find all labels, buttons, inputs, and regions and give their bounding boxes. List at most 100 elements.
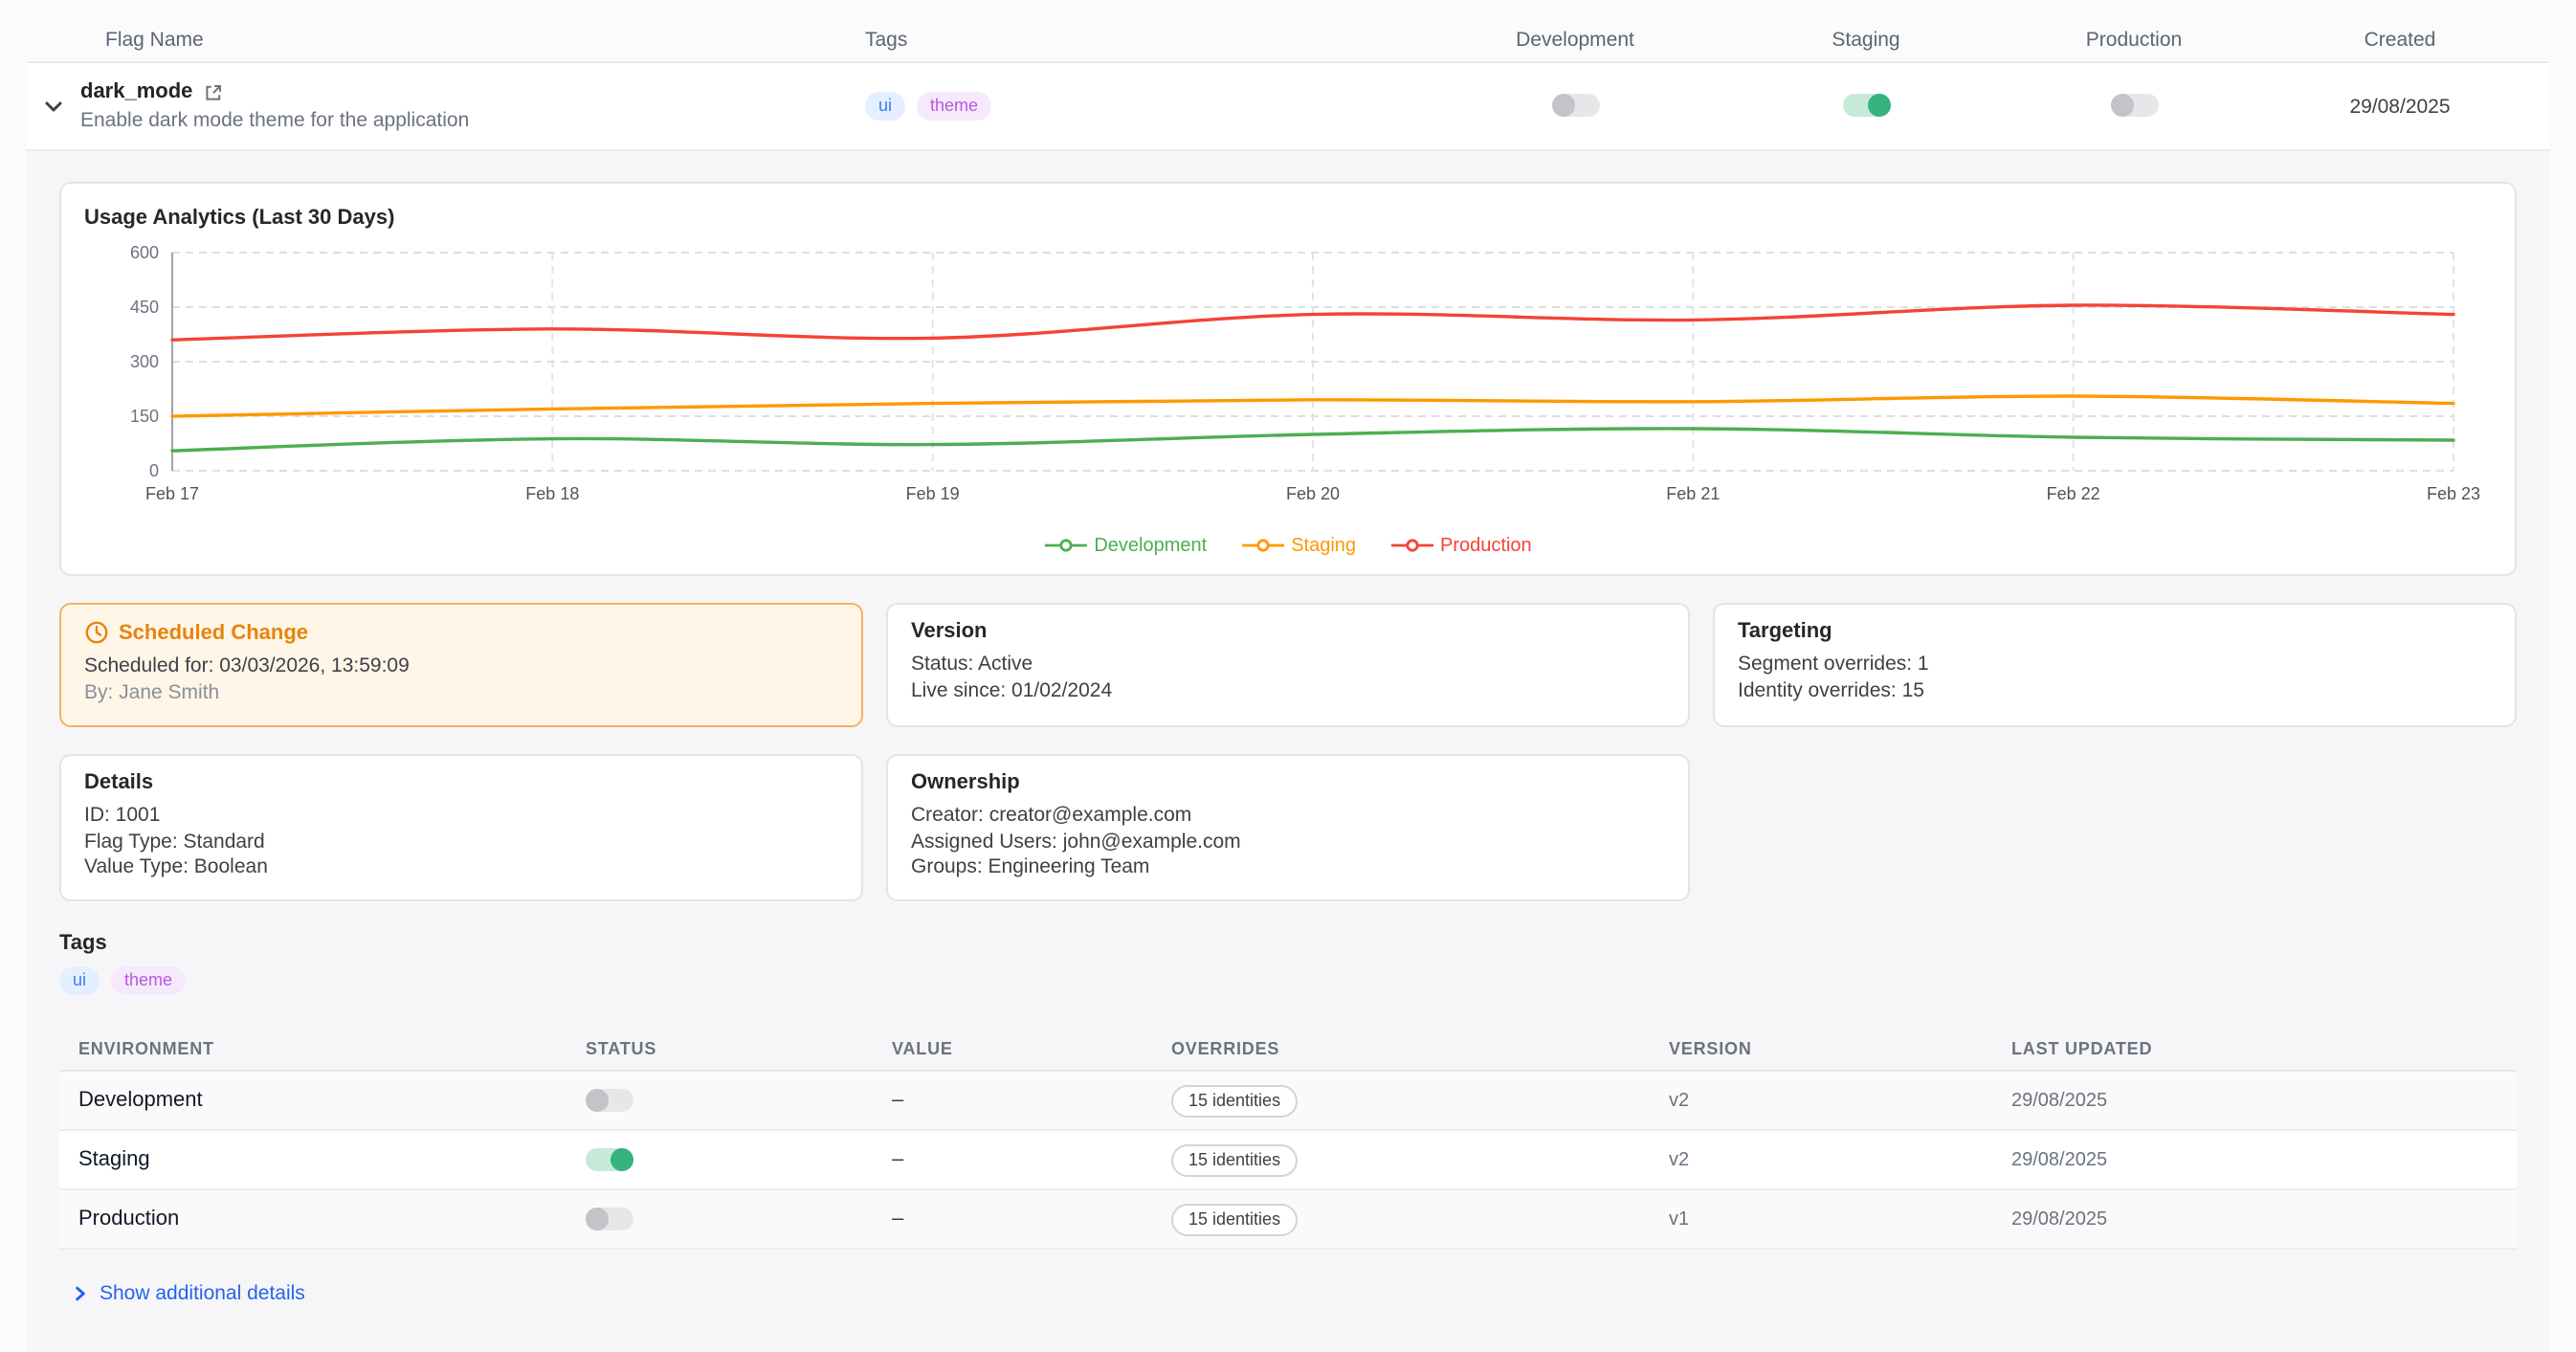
- tag-pill-ui: ui: [865, 92, 905, 121]
- flag-id: ID: 1001: [84, 803, 838, 830]
- show-additional-details-label: Show additional details: [100, 1283, 305, 1306]
- legend-item-development[interactable]: Development: [1044, 535, 1207, 556]
- tag-pill-ui: ui: [59, 967, 100, 996]
- env-col-environment: ENVIRONMENT: [78, 1039, 586, 1058]
- tags-section: Tags ui theme: [59, 933, 2517, 996]
- legend-item-production[interactable]: Production: [1390, 535, 1532, 556]
- svg-text:Feb 23: Feb 23: [2427, 484, 2480, 503]
- info-cards-row-2: Details ID: 1001 Flag Type: Standard Val…: [59, 753, 2517, 901]
- expand-chevron-icon[interactable]: [27, 95, 80, 118]
- svg-text:600: 600: [130, 243, 159, 262]
- version-status: Status: Active: [911, 653, 1665, 679]
- production-toggle[interactable]: [2110, 95, 2158, 118]
- tags-section-title: Tags: [59, 933, 2517, 956]
- env-col-value: VALUE: [892, 1039, 1171, 1058]
- env-name: Development: [78, 1090, 586, 1113]
- toggle-knob: [1867, 95, 1890, 118]
- svg-text:150: 150: [130, 407, 159, 426]
- chevron-right-icon: [71, 1285, 90, 1304]
- env-status-toggle[interactable]: [586, 1090, 633, 1113]
- legend-marker-icon: [1044, 536, 1086, 555]
- flag-table-header: Flag Name Tags Development Staging Produ…: [27, 17, 2549, 63]
- scheduled-by-text: By: Jane Smith: [84, 681, 838, 708]
- col-header-tags: Tags: [857, 28, 1435, 51]
- col-header-created: Created: [2251, 28, 2549, 51]
- env-last-updated: 29/08/2025: [2011, 1209, 2498, 1230]
- env-last-updated: 29/08/2025: [2011, 1091, 2498, 1112]
- toggle-knob: [586, 1090, 609, 1113]
- svg-text:Feb 18: Feb 18: [525, 484, 579, 503]
- flag-name-block: dark_mode Enable dark mode theme for the…: [80, 80, 857, 132]
- col-header-staging: Staging: [1715, 28, 2017, 51]
- usage-analytics-card: Usage Analytics (Last 30 Days) 015030045…: [59, 182, 2517, 576]
- env-row-production: Production – 15 identities v1 29/08/2025: [59, 1191, 2517, 1251]
- env-col-last-updated: LAST UPDATED: [2011, 1039, 2498, 1058]
- environments-table: ENVIRONMENT STATUS VALUE OVERRIDES VERSI…: [59, 1027, 2517, 1251]
- flag-created-date: 29/08/2025: [2251, 95, 2549, 118]
- env-version: v2: [1669, 1091, 2011, 1112]
- env-table-header: ENVIRONMENT STATUS VALUE OVERRIDES VERSI…: [59, 1027, 2517, 1073]
- tag-pill-theme: theme: [917, 92, 991, 121]
- toggle-knob: [611, 1149, 633, 1172]
- svg-text:Feb 19: Feb 19: [906, 484, 960, 503]
- development-toggle-cell: [1435, 89, 1715, 123]
- details-card-title: Details: [84, 770, 838, 793]
- staging-toggle[interactable]: [1842, 95, 1890, 118]
- ownership-card: Ownership Creator: creator@example.com A…: [886, 753, 1690, 901]
- production-toggle-cell: [2017, 89, 2251, 123]
- identities-badge[interactable]: 15 identities: [1171, 1204, 1298, 1236]
- env-version: v2: [1669, 1150, 2011, 1171]
- svg-text:Feb 21: Feb 21: [1666, 484, 1720, 503]
- staging-toggle-cell: [1715, 89, 2017, 123]
- identity-overrides: Identity overrides: 15: [1738, 679, 2492, 706]
- env-value: –: [892, 1090, 1171, 1113]
- flag-details-panel: Usage Analytics (Last 30 Days) 015030045…: [27, 151, 2549, 1352]
- svg-text:Feb 20: Feb 20: [1286, 484, 1340, 503]
- version-live-since: Live since: 01/02/2024: [911, 679, 1665, 706]
- flag-name[interactable]: dark_mode: [80, 80, 192, 103]
- svg-text:Feb 17: Feb 17: [145, 484, 199, 503]
- legend-marker-icon: [1241, 536, 1283, 555]
- env-name: Staging: [78, 1149, 586, 1172]
- env-name: Production: [78, 1208, 586, 1231]
- chart-title: Usage Analytics (Last 30 Days): [84, 199, 2492, 241]
- assigned-users: Assigned Users: john@example.com: [911, 830, 1665, 856]
- groups: Groups: Engineering Team: [911, 856, 1665, 883]
- env-version: v1: [1669, 1209, 2011, 1230]
- details-card: Details ID: 1001 Flag Type: Standard Val…: [59, 753, 863, 901]
- ownership-card-title: Ownership: [911, 770, 1665, 793]
- clock-icon: [84, 620, 109, 645]
- svg-text:450: 450: [130, 298, 159, 317]
- env-col-version: VERSION: [1669, 1039, 2011, 1058]
- env-status-toggle[interactable]: [586, 1149, 633, 1172]
- legend-item-staging[interactable]: Staging: [1241, 535, 1356, 556]
- env-last-updated: 29/08/2025: [2011, 1150, 2498, 1171]
- env-value: –: [892, 1208, 1171, 1231]
- env-row-staging: Staging – 15 identities v2 29/08/2025: [59, 1132, 2517, 1191]
- svg-text:0: 0: [149, 461, 159, 480]
- flag-tags-cell: ui theme: [857, 92, 1435, 121]
- env-row-development: Development – 15 identities v2 29/08/202…: [59, 1073, 2517, 1132]
- chart-legend: Development Staging Production: [84, 524, 2492, 566]
- scheduled-change-title: Scheduled Change: [119, 621, 308, 644]
- info-cards-row-1: Scheduled Change Scheduled for: 03/03/20…: [59, 603, 2517, 726]
- identities-badge[interactable]: 15 identities: [1171, 1085, 1298, 1118]
- env-col-overrides: OVERRIDES: [1171, 1039, 1669, 1058]
- scheduled-change-card: Scheduled Change Scheduled for: 03/03/20…: [59, 603, 863, 726]
- legend-marker-icon: [1390, 536, 1432, 555]
- targeting-card-title: Targeting: [1738, 620, 2492, 643]
- show-additional-details-link[interactable]: Show additional details: [59, 1283, 305, 1306]
- identities-badge[interactable]: 15 identities: [1171, 1144, 1298, 1177]
- col-header-flag-name: Flag Name: [80, 28, 857, 51]
- toggle-knob: [1551, 95, 1574, 118]
- version-card-title: Version: [911, 620, 1665, 643]
- version-card: Version Status: Active Live since: 01/02…: [886, 603, 1690, 726]
- external-link-icon[interactable]: [202, 81, 223, 102]
- flag-row[interactable]: dark_mode Enable dark mode theme for the…: [27, 63, 2549, 151]
- tag-pill-theme: theme: [111, 967, 186, 996]
- feature-flag-page: Flag Name Tags Development Staging Produ…: [0, 0, 2576, 1313]
- development-toggle[interactable]: [1551, 95, 1599, 118]
- col-header-production: Production: [2017, 28, 2251, 51]
- creator: Creator: creator@example.com: [911, 803, 1665, 830]
- env-status-toggle[interactable]: [586, 1208, 633, 1231]
